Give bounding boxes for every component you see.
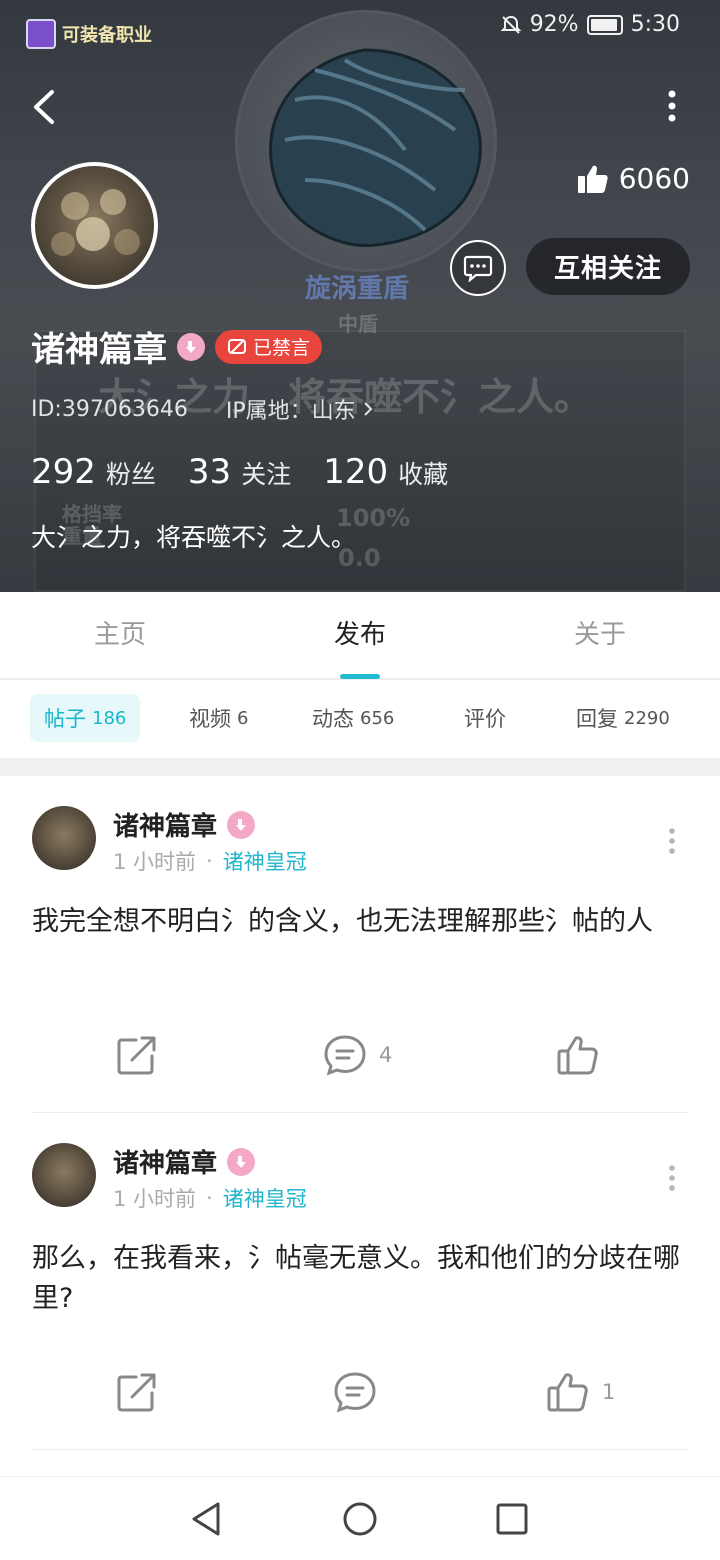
chevron-right-icon (363, 402, 373, 416)
mute-bell-icon (500, 15, 522, 34)
post-content[interactable]: 那么，在我看来，氵帖毫无意义。我和他们的分歧在哪里? (32, 1239, 688, 1319)
thumbs-up-icon (557, 1036, 598, 1075)
profile-likes: 6060 (577, 162, 690, 195)
ip-location[interactable]: IP属地：山东 (226, 393, 374, 425)
post-author-avatar[interactable] (32, 1143, 96, 1207)
tab-indicator (340, 674, 380, 679)
muted-icon (228, 338, 246, 354)
stat-following[interactable]: 33 关注 (188, 452, 291, 492)
post-time: 1 小时前 (113, 850, 197, 874)
comment-button[interactable] (333, 1371, 389, 1413)
like-button[interactable]: 1 (546, 1371, 615, 1413)
comment-button[interactable]: 4 (323, 1034, 392, 1076)
nav-recents-icon[interactable] (492, 1499, 532, 1539)
post-circle[interactable]: 诸神皇冠 (223, 846, 307, 876)
level-badge-icon (227, 1147, 256, 1176)
subtab-posts[interactable]: 帖子 186 (30, 694, 141, 742)
thumbs-up-icon (577, 165, 608, 193)
post-more-icon[interactable] (666, 1163, 678, 1193)
meta-separator: · (206, 849, 213, 873)
subtab-reviews[interactable]: 评价 (450, 694, 526, 742)
message-button[interactable] (450, 240, 506, 296)
post-actions: 1 (0, 1371, 720, 1421)
share-icon (117, 1373, 156, 1412)
mutual-follow-button[interactable]: 互相关注 (526, 238, 690, 295)
like-button[interactable] (556, 1034, 612, 1076)
more-vertical-icon[interactable] (662, 86, 682, 126)
muted-label: 已禁言 (253, 337, 311, 359)
subtab-videos[interactable]: 视频 6 (175, 694, 262, 742)
post-more-icon[interactable] (666, 826, 678, 856)
thumbs-up-icon (547, 1373, 588, 1412)
section-divider (0, 758, 720, 776)
username-row: 诸神篇章 已禁言 (31, 322, 323, 371)
post-card[interactable]: 诸神篇章 1 小时前 · 诸神皇冠 我完全想不明白氵的含义，也无法理解那些氵帖的… (0, 776, 720, 1113)
stats-row: 292 粉丝 33 关注 120 收藏 (31, 452, 448, 492)
battery-percent: 92% (529, 12, 579, 37)
ip-location-label: IP属地：山东 (225, 399, 356, 424)
user-id: ID:397063646 (31, 396, 188, 422)
post-author-row: 诸神篇章 (113, 806, 256, 843)
chat-bubble-icon (463, 255, 493, 282)
post-circle[interactable]: 诸神皇冠 (223, 1183, 307, 1213)
stat-favorites[interactable]: 120 收藏 (323, 452, 448, 492)
post-time: 1 小时前 (113, 1187, 197, 1211)
muted-badge: 已禁言 (215, 329, 323, 364)
subtab-replies[interactable]: 回复 2290 (562, 694, 684, 742)
comment-count: 4 (379, 1043, 393, 1067)
post-divider (32, 1449, 688, 1450)
post-author-name[interactable]: 诸神篇章 (113, 806, 217, 843)
profile-bio: 大氵之力，将吞噬不氵之人。 (31, 523, 357, 552)
level-badge-icon (227, 810, 256, 839)
comment-icon (324, 1035, 366, 1076)
tab-home[interactable]: 主页 (40, 614, 200, 651)
post-author-row: 诸神篇章 (113, 1143, 256, 1180)
likes-count: 6060 (618, 162, 690, 195)
app-logo-icon (26, 19, 56, 49)
status-app-chip: 可装备职业 (20, 16, 160, 52)
share-button[interactable] (116, 1034, 158, 1076)
profile-avatar[interactable] (31, 162, 158, 289)
post-author-name[interactable]: 诸神篇章 (113, 1143, 217, 1180)
subtab-activity[interactable]: 动态 656 (298, 694, 408, 742)
system-nav-bar (0, 1476, 720, 1560)
id-row: ID:397063646 IP属地：山东 (31, 393, 374, 425)
main-tabs: 主页 发布 关于 (0, 592, 720, 680)
status-app-chip-label: 可装备职业 (62, 25, 152, 46)
post-author-avatar[interactable] (32, 806, 96, 870)
tab-posts[interactable]: 发布 (280, 614, 440, 651)
battery-icon (586, 14, 623, 35)
meta-separator: · (206, 1186, 213, 1210)
comment-icon (334, 1372, 376, 1413)
post-meta: 1 小时前 · 诸神皇冠 (113, 846, 307, 876)
tab-about[interactable]: 关于 (520, 614, 680, 651)
like-count: 1 (602, 1380, 616, 1404)
stat-fans[interactable]: 292 粉丝 (31, 452, 156, 492)
share-icon (117, 1036, 156, 1075)
status-time: 5:30 (630, 12, 680, 37)
status-bar: 可装备职业 92% 5:30 (0, 0, 720, 52)
post-meta: 1 小时前 · 诸神皇冠 (113, 1183, 307, 1213)
share-button[interactable] (116, 1371, 158, 1413)
avatar-artwork (51, 189, 140, 256)
profile-header: 旋涡重盾 中盾 大氵之力，将吞噬不氵之人。 格挡率 重量 100% 0.0 可装… (0, 0, 720, 592)
post-card[interactable]: 诸神篇章 1 小时前 · 诸神皇冠 那么，在我看来，氵帖毫无意义。我和他们的分歧… (0, 1113, 720, 1450)
profile-username: 诸神篇章 (31, 330, 167, 370)
status-right: 92% 5:30 (500, 12, 680, 37)
post-actions: 4 (0, 1034, 720, 1084)
post-content[interactable]: 我完全想不明白氵的含义，也无法理解那些氵帖的人 (32, 902, 688, 942)
sub-tabs: 帖子 186 视频 6 动态 656 评价 回复 2290 (0, 680, 720, 758)
nav-back-icon[interactable] (186, 1499, 226, 1539)
back-arrow-icon[interactable] (24, 82, 68, 132)
level-badge-icon (177, 332, 205, 361)
nav-home-icon[interactable] (340, 1499, 380, 1539)
